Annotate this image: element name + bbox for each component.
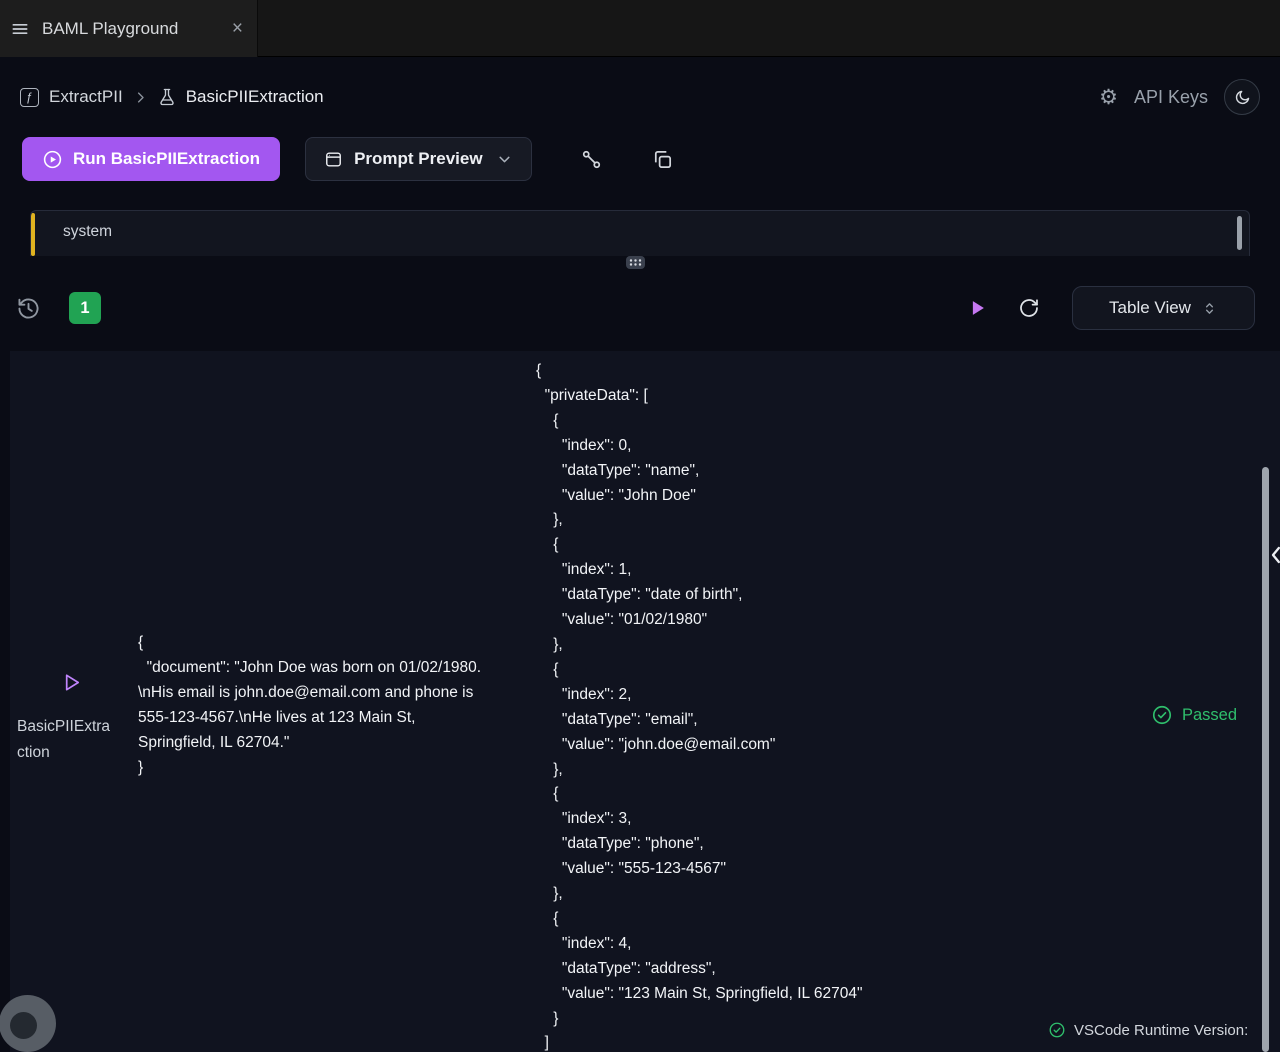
refresh-icon xyxy=(1018,297,1040,319)
close-icon[interactable]: × xyxy=(232,19,243,38)
breadcrumb-test[interactable]: BasicPIIExtraction xyxy=(186,87,324,107)
chat-icon xyxy=(10,1012,37,1039)
function-icon: ƒ xyxy=(20,88,39,107)
test-name-label: BasicPIIExtraction xyxy=(17,714,114,765)
results-panel: BasicPIIExtraction { "document": "John D… xyxy=(10,351,1280,1052)
theme-toggle-button[interactable] xyxy=(1224,79,1260,115)
breadcrumb: ƒ ExtractPII BasicPIIExtraction xyxy=(20,87,324,107)
test-output-json: { "privateData": [ { "index": 0, "dataTy… xyxy=(536,359,862,1052)
status-badge: Passed xyxy=(1151,704,1237,726)
chevron-right-icon xyxy=(133,90,148,105)
check-circle-icon xyxy=(1048,1021,1066,1039)
copy-icon xyxy=(651,148,674,171)
gear-icon[interactable]: ⚙ xyxy=(1099,87,1118,108)
test-flask-icon xyxy=(158,88,176,106)
graph-view-button[interactable] xyxy=(580,148,603,171)
api-keys-button[interactable]: API Keys xyxy=(1134,87,1208,108)
view-mode-label: Table View xyxy=(1109,298,1191,318)
view-mode-select[interactable]: Table View xyxy=(1072,286,1255,330)
tab-baml-playground[interactable]: BAML Playground × xyxy=(0,0,258,57)
chevron-up-down-icon xyxy=(1201,300,1218,317)
prompt-preview-label: Prompt Preview xyxy=(354,149,483,169)
baml-playground-window: BAML Playground × ƒ ExtractPII BasicPIIE… xyxy=(0,0,1280,1052)
refresh-button[interactable] xyxy=(1018,297,1040,319)
prompt-preview-panel: system xyxy=(30,210,1250,256)
moon-icon xyxy=(1234,89,1251,106)
test-input-json: { "document": "John Doe was born on 01/0… xyxy=(138,630,495,780)
prompt-preview-dropdown[interactable]: Prompt Preview xyxy=(305,137,532,181)
test-count-badge[interactable]: 1 xyxy=(69,292,101,324)
editor-tab-bar: BAML Playground × xyxy=(0,0,1280,57)
run-single-test-button[interactable] xyxy=(60,671,83,694)
copy-button[interactable] xyxy=(651,148,674,171)
results-toolbar: 1 Table View xyxy=(0,286,1280,330)
play-outline-icon xyxy=(60,671,83,694)
splitter-handle[interactable] xyxy=(626,256,645,269)
run-test-button[interactable]: Run BasicPIIExtraction xyxy=(22,137,280,181)
chevrons-left-icon xyxy=(1266,540,1280,570)
play-icon xyxy=(966,297,988,319)
prompt-panel-scrollbar[interactable] xyxy=(1237,216,1242,250)
playground-header: ƒ ExtractPII BasicPIIExtraction ⚙ API Ke… xyxy=(0,75,1280,119)
actions-row: Run BasicPIIExtraction Prompt Preview xyxy=(22,137,674,181)
runtime-version-status: VSCode Runtime Version: xyxy=(1048,1021,1248,1039)
menu-icon[interactable] xyxy=(10,19,30,39)
prompt-role-label: system xyxy=(31,211,1249,241)
status-label: Passed xyxy=(1182,706,1237,725)
play-circle-icon xyxy=(42,149,63,170)
drag-dots-icon xyxy=(629,258,642,267)
run-all-button[interactable] xyxy=(966,297,988,319)
run-button-label: Run BasicPIIExtraction xyxy=(73,149,260,169)
check-circle-icon xyxy=(1151,704,1173,726)
system-role-bar xyxy=(31,213,35,256)
breadcrumb-function[interactable]: ExtractPII xyxy=(49,87,123,107)
chevron-down-icon xyxy=(496,151,513,168)
history-icon[interactable] xyxy=(16,296,41,321)
panel-collapse-handle[interactable] xyxy=(1266,540,1280,570)
tab-title: BAML Playground xyxy=(42,19,220,39)
graph-icon xyxy=(580,148,603,171)
chat-widget-button[interactable] xyxy=(0,995,56,1052)
runtime-version-label: VSCode Runtime Version: xyxy=(1074,1022,1248,1039)
header-actions: ⚙ API Keys xyxy=(1099,79,1260,115)
preview-window-icon xyxy=(324,150,343,169)
